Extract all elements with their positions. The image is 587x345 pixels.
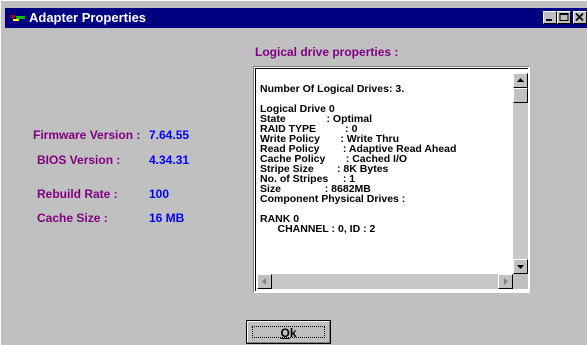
ok-button[interactable]: Ok [246, 320, 331, 344]
maximize-icon [559, 13, 569, 21]
arrow-up-icon [517, 78, 524, 82]
arrow-left-icon [262, 278, 266, 285]
scroll-up-button[interactable] [513, 73, 528, 88]
bios-version-value: 4.34.31 [149, 153, 190, 167]
rebuild-rate-value: 100 [149, 187, 170, 201]
scrollbar-corner [513, 274, 528, 289]
cache-size-label: Cache Size : [37, 211, 108, 225]
arrow-right-icon [504, 278, 508, 285]
rebuild-rate-label: Rebuild Rate : [37, 187, 118, 201]
logical-drive-text: Number Of Logical Drives: 3. Logical Dri… [260, 74, 510, 274]
text-line: CHANNEL : 0, ID : 2 [260, 223, 376, 235]
scroll-right-button[interactable] [498, 274, 513, 289]
text-line: Component Physical Drives : [260, 193, 406, 205]
close-icon [575, 12, 584, 22]
cache-size-value: 16 MB [149, 211, 185, 225]
arrow-down-icon [517, 265, 524, 269]
adapter-app-icon [11, 15, 25, 21]
window-title: Adapter Properties [29, 10, 147, 25]
vertical-scrollbar[interactable] [513, 73, 528, 274]
maximize-button[interactable] [557, 11, 571, 24]
scroll-left-button[interactable] [257, 274, 272, 289]
ok-button-label: Ok [280, 326, 297, 340]
scroll-down-button[interactable] [513, 259, 528, 274]
vertical-scroll-thumb[interactable] [513, 88, 528, 103]
horizontal-scrollbar[interactable] [257, 274, 513, 289]
minimize-icon [546, 19, 552, 21]
logical-drive-text-area[interactable]: Number Of Logical Drives: 3. Logical Dri… [253, 66, 530, 293]
ok-button-bevel: Ok [247, 321, 330, 343]
logical-drive-properties-title: Logical drive properties : [255, 45, 399, 59]
adapter-properties-window: Adapter Properties Firmware Version : 7.… [0, 0, 587, 345]
close-button[interactable] [573, 11, 587, 24]
text-line: Number Of Logical Drives: 3. [260, 83, 405, 95]
title-bar[interactable]: Adapter Properties [5, 8, 587, 28]
firmware-version-value: 7.64.55 [149, 128, 190, 142]
minimize-button[interactable] [543, 11, 557, 24]
bios-version-label: BIOS Version : [37, 153, 121, 167]
firmware-version-label: Firmware Version : [33, 128, 141, 142]
